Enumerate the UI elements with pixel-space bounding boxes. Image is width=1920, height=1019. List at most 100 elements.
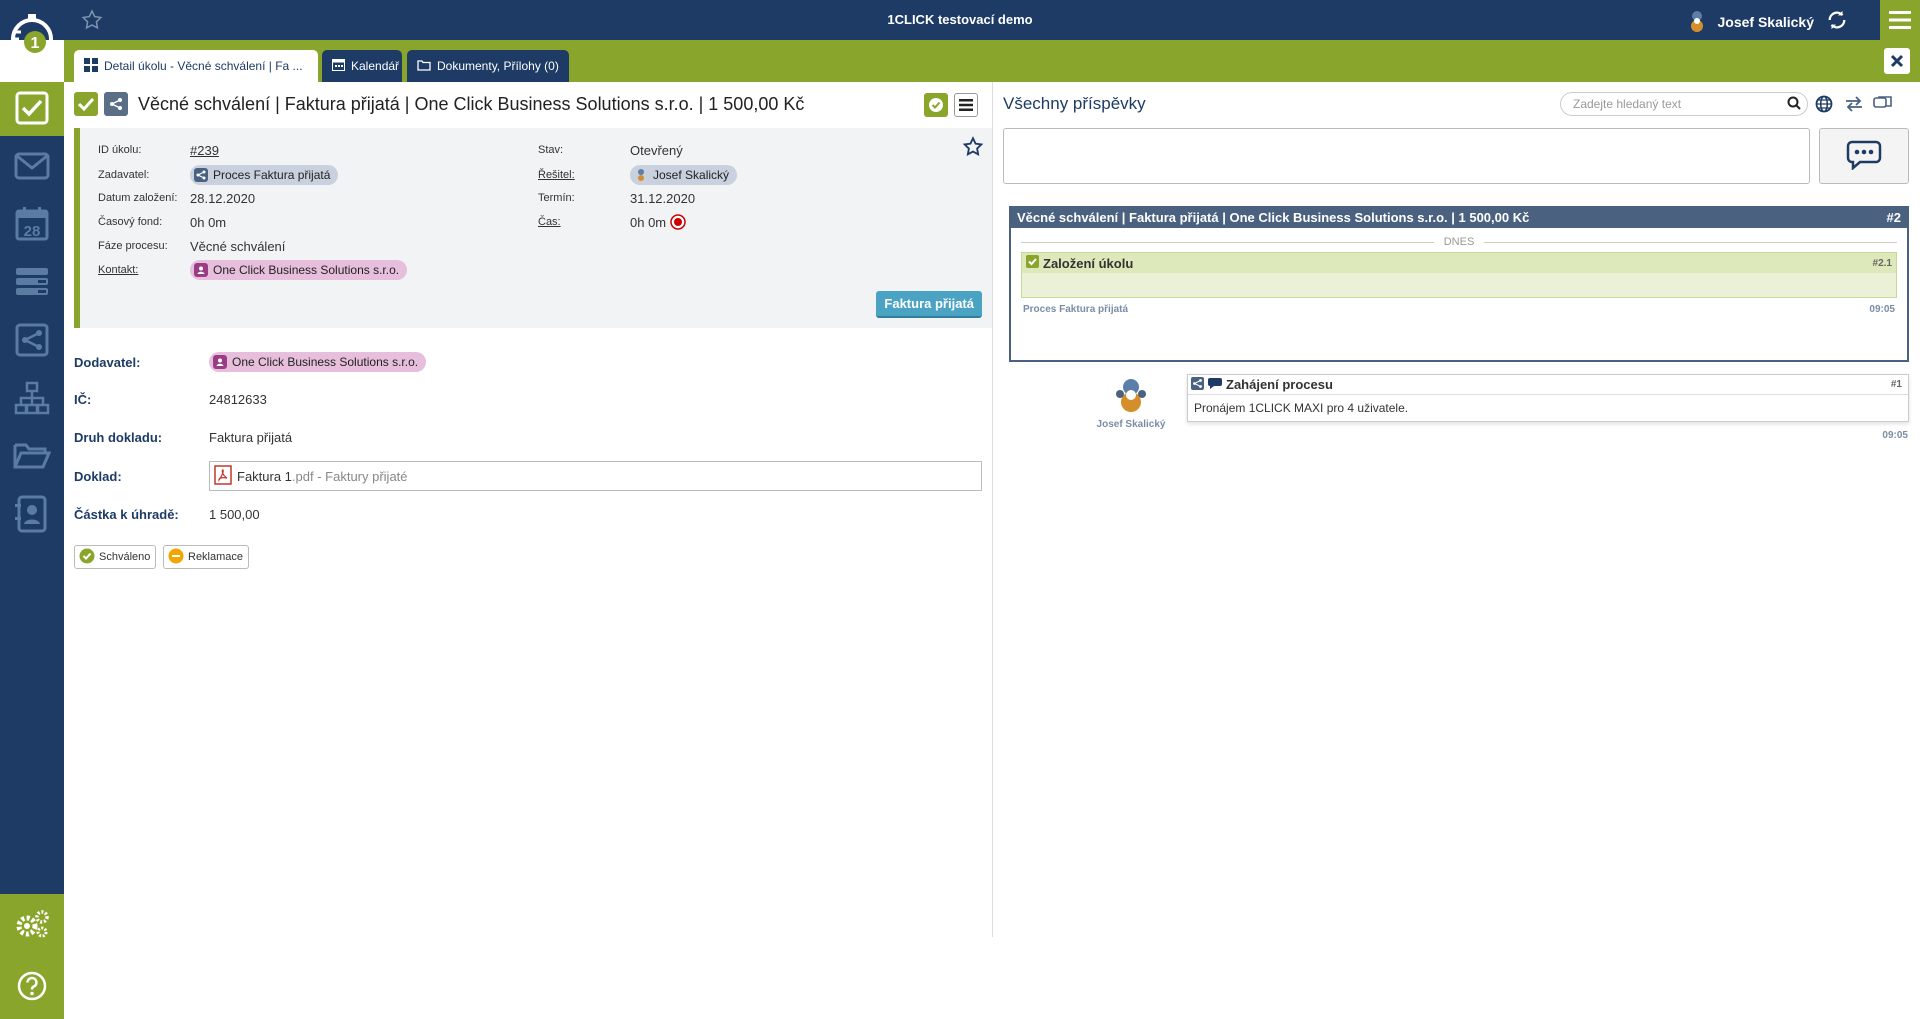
termin-label: Termín: [538,192,575,204]
folder-icon [13,441,52,474]
menu-button[interactable] [954,93,978,117]
stav-label: Stav: [538,144,564,156]
hamburger-menu-button[interactable] [1880,0,1920,40]
post-header: Zahájení procesu #1 [1188,375,1908,395]
entry-time: 09:05 [1869,304,1895,315]
castka-row: Částka k úhradě: 1 500,00 [74,500,260,528]
favorite-star-icon[interactable] [962,136,984,161]
ic-label: IČ: [74,391,92,407]
calendar-icon: 28 [14,206,50,245]
faze-value: Věcné schválení [190,238,286,254]
process-icon [194,168,208,182]
speech-bubble-icon [1208,377,1222,392]
dodavatel-label: Dodavatel: [74,354,141,370]
search-placeholder: Zadejte hledaný text [1573,97,1682,111]
thread-header[interactable]: Věcné schválení | Faktura přijatá | One … [1011,206,1907,228]
swap-icon[interactable] [1844,95,1864,116]
divider-line [1021,241,1434,243]
search-icon[interactable] [1787,96,1801,113]
resitel-value: Josef Skalický [653,168,730,182]
avatar[interactable] [1111,374,1151,417]
complaint-button[interactable]: Reklamace [163,545,250,569]
thread-number: #2 [1886,209,1901,225]
kontakt-label: Kontakt: [98,264,139,276]
resitel-label: Řešitel: [538,169,575,181]
task-info-card: ID úkolu: #239 Zadavatel: Proces Faktura … [74,128,992,328]
tab-documents[interactable]: Dokumenty, Přílohy (0) [407,50,569,82]
process-button[interactable]: Faktura přijatá [876,291,982,318]
user-name: Josef Skalický [1717,13,1814,30]
process-icon [104,92,128,116]
kontakt-chip[interactable]: One Click Business Solutions s.r.o. [190,260,408,280]
approve-button[interactable]: Schváleno [74,545,157,569]
doklad-label: Doklad: [74,468,122,484]
sidebar: 28 [0,82,64,1019]
avatar [634,167,648,184]
sidebar-bottom [0,894,64,1019]
entry-author: Proces Faktura přijatá [1023,304,1129,315]
refresh-icon[interactable] [1826,9,1848,34]
list-icon [14,266,50,301]
calendar-day: 28 [24,223,41,240]
task-detail-pane: Věcné schválení | Faktura přijatá | One … [64,82,992,937]
sidebar-item-calendar[interactable]: 28 [0,198,64,252]
casovy-fond-label: Časový fond: [98,216,163,228]
task-check-icon[interactable] [74,92,98,116]
sidebar-item-help[interactable] [0,956,64,1018]
message-input[interactable] [1003,128,1810,184]
post-author-name: Josef Skalický [1096,419,1166,430]
sidebar-item-list[interactable] [0,256,64,310]
task-id-link[interactable]: #239 [190,143,219,158]
process-icon [14,322,50,361]
sidebar-item-org-chart[interactable] [0,372,64,426]
sidebar-item-settings[interactable] [0,894,64,956]
check-icon [1026,255,1039,271]
cas-value: 0h 0m [630,214,667,230]
top-bar: 1CLICK testovací demo Josef Skalický [0,0,1920,40]
contacts-icon [14,495,50,536]
send-comment-button[interactable] [1819,128,1909,184]
castka-value: 1 500,00 [209,506,260,522]
tab-task-detail[interactable]: Detail úkolu - Věcné schválení | Fa ... [74,50,318,82]
druh-row: Druh dokladu: Faktura přijatá [74,423,292,451]
doklad-field[interactable]: Faktura 1 .pdf - Faktury přijaté [209,461,982,491]
id-label: ID úkolu: [98,144,142,156]
sidebar-item-contacts[interactable] [0,488,64,542]
resitel-chip[interactable]: Josef Skalický [630,165,738,185]
status-check-icon[interactable] [924,93,948,117]
comments-icon[interactable] [1873,95,1893,116]
day-label: DNES [1443,236,1475,248]
grid-icon [84,57,98,75]
close-button[interactable] [1884,48,1910,74]
sidebar-item-tasks[interactable] [0,82,64,136]
sidebar-item-processes[interactable] [0,314,64,368]
thread-card: Věcné schválení | Faktura přijatá | One … [1009,206,1909,362]
sidebar-item-mail[interactable] [0,140,64,194]
feed-pane: Všechny příspěvky Zadejte hledaný text V… [992,82,1920,937]
dodavatel-chip[interactable]: One Click Business Solutions s.r.o. [209,352,427,372]
day-divider: DNES [1021,236,1897,248]
check-circle-icon [79,548,95,567]
tab-calendar[interactable]: Kalendář [322,50,402,82]
post-text: Pronájem 1CLICK MAXI pro 4 uživatele. [1194,401,1409,415]
entry-meta: Proces Faktura přijatá 09:05 [1023,304,1895,315]
user-menu[interactable]: Josef Skalický [1685,8,1848,35]
post-author: Josef Skalický [1091,374,1171,430]
stav-value: Otevřený [630,142,683,158]
speech-bubble-icon [1846,140,1882,173]
app-logo[interactable]: 1 [0,0,64,82]
svg-text:1: 1 [31,35,40,52]
doklad-name[interactable]: Faktura 1 [237,469,292,484]
search-input[interactable]: Zadejte hledaný text [1560,92,1808,116]
tab-label: Detail úkolu - Věcné schválení | Fa ... [104,59,303,73]
pdf-icon [214,464,232,488]
record-icon[interactable] [670,214,686,230]
globe-icon[interactable] [1815,95,1833,116]
zadavatel-value: Proces Faktura přijatá [213,168,331,182]
zadavatel-chip[interactable]: Proces Faktura přijatá [190,165,339,185]
folder-icon [417,59,431,74]
tab-label: Kalendář [351,59,400,73]
castka-label: Částka k úhradě: [74,506,179,522]
doklad-ext: .pdf - Faktury přijaté [291,468,408,484]
sidebar-item-documents[interactable] [0,430,64,484]
